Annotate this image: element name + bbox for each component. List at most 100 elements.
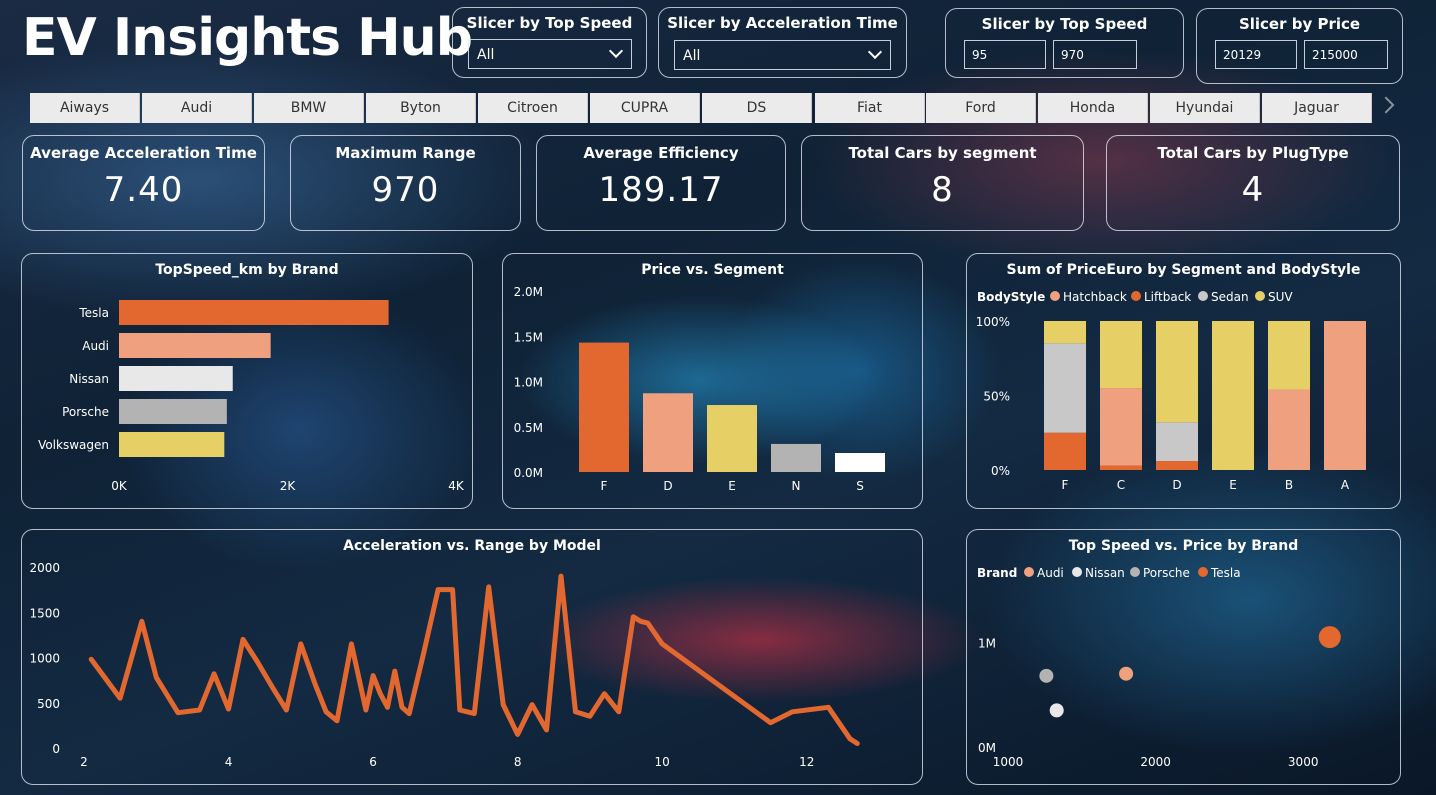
x-tick-label: 1000: [993, 755, 1024, 769]
kpi-value: 189.17: [598, 170, 724, 210]
x-tick-label: D: [663, 479, 672, 493]
kpi-value: 7.40: [103, 170, 184, 210]
x-tick-label: E: [1229, 478, 1237, 492]
bar-segment: [1100, 321, 1142, 389]
price-min-input[interactable]: 20129: [1215, 40, 1297, 69]
legend-label: Sedan: [1211, 290, 1249, 304]
brand-button-honda[interactable]: Honda: [1038, 93, 1148, 123]
y-tick-label: Porsche: [62, 405, 109, 419]
brand-button-ds[interactable]: DS: [702, 93, 812, 123]
x-tick-label: 4K: [448, 479, 465, 493]
y-tick-label: 50%: [983, 390, 1010, 404]
kpi-card-max-range: Maximum Range 970: [290, 135, 521, 231]
x-tick-label: D: [1172, 478, 1181, 492]
chart-topspeed-vs-price: Top Speed vs. Price by Brand Brand Audi Ni…: [966, 529, 1401, 785]
bar: [707, 405, 757, 472]
x-tick-label: 3000: [1288, 755, 1319, 769]
chevron-right-icon[interactable]: [1377, 96, 1395, 114]
brand-button-bmw[interactable]: BMW: [254, 93, 364, 123]
y-tick-label: 2.0M: [514, 285, 543, 299]
bar: [579, 342, 629, 472]
y-tick-label: 500: [37, 697, 60, 711]
bar-segment: [1044, 343, 1086, 433]
kpi-card-cars-by-segment: Total Cars by segment 8: [801, 135, 1084, 231]
y-tick-label: 1M: [978, 636, 996, 650]
data-point: [1049, 703, 1064, 718]
series-line: [88, 573, 860, 746]
brand-button-hyundai[interactable]: Hyundai: [1150, 93, 1260, 123]
legend-marker: [1072, 567, 1082, 577]
brand-button-audi[interactable]: Audi: [142, 93, 252, 123]
x-tick-label: 8: [514, 755, 522, 769]
bar-segment: [1212, 321, 1254, 470]
x-tick-label: 2000: [1140, 755, 1171, 769]
slicer-acceleration-dropdown: Slicer by Acceleration Time All: [658, 7, 907, 78]
bar-segment: [1156, 422, 1198, 462]
bar: [119, 399, 227, 424]
price-max-input[interactable]: 215000: [1304, 40, 1388, 69]
brand-button-citroen[interactable]: Citroen: [478, 93, 588, 123]
y-tick-label: 0%: [991, 464, 1010, 478]
bar-segment: [1100, 388, 1142, 466]
slicer-title: Slicer by Top Speed: [466, 14, 633, 32]
bar: [119, 300, 389, 325]
x-tick-label: 2: [80, 755, 88, 769]
y-tick-label: 1.5M: [514, 330, 543, 344]
chart-price-by-segment-bodystyle: Sum of PriceEuro by Segment and BodyStyl…: [966, 253, 1401, 509]
bar-segment: [1100, 465, 1142, 470]
x-tick-label: 0K: [111, 479, 128, 493]
legend-label: Audi: [1037, 566, 1064, 580]
bar: [119, 432, 225, 457]
slicer-title: Slicer by Price: [1238, 15, 1361, 33]
legend-marker: [1130, 567, 1140, 577]
top-speed-min-input[interactable]: 95: [964, 40, 1046, 69]
bar: [835, 452, 885, 472]
legend-title: Brand: [977, 566, 1017, 580]
scatter-chart: Brand Audi Nissan Porsche Tesla 0M 1M 1000 2000 3…: [977, 566, 1341, 769]
x-tick-label: A: [1341, 478, 1350, 492]
y-tick-label: 1500: [29, 606, 60, 620]
x-tick-label: F: [1062, 478, 1069, 492]
slicer-title: Slicer by Acceleration Time: [667, 14, 898, 32]
bar-segment: [1268, 389, 1310, 470]
brand-button-ford[interactable]: Ford: [926, 93, 1036, 123]
bar: [119, 366, 233, 391]
kpi-card-cars-by-plugtype: Total Cars by PlugType 4: [1106, 135, 1400, 231]
acceleration-select[interactable]: All: [674, 40, 891, 70]
y-tick-label: 0M: [978, 741, 996, 755]
y-tick-label: 1000: [29, 652, 60, 666]
y-tick-label: 100%: [976, 315, 1010, 329]
slicer-top-speed-dropdown: Slicer by Top Speed All: [452, 7, 647, 78]
kpi-label: Average Acceleration Time: [30, 144, 257, 162]
brand-button-aiways[interactable]: Aiways: [30, 93, 140, 123]
top-speed-max-input[interactable]: 970: [1053, 40, 1137, 69]
data-point: [1119, 666, 1134, 681]
y-tick-label: 2000: [29, 561, 60, 575]
x-tick-label: C: [1117, 478, 1125, 492]
brand-button-jaguar[interactable]: Jaguar: [1262, 93, 1372, 123]
top-speed-select[interactable]: All: [468, 39, 632, 69]
x-tick-label: 4: [225, 755, 233, 769]
legend-marker: [1131, 291, 1141, 301]
topspeed-bar-chart: Tesla Audi Nissan Porsche Volkswagen 0K 2K 4K: [38, 300, 465, 493]
y-tick-label: Audi: [82, 339, 109, 353]
legend-label: Tesla: [1210, 566, 1241, 580]
x-tick-label: 10: [655, 755, 670, 769]
y-tick-label: Tesla: [78, 306, 109, 320]
brand-button-byton[interactable]: Byton: [366, 93, 476, 123]
chart-acceleration-vs-range: Acceleration vs. Range by Model 0 500 1000…: [21, 529, 923, 785]
slicer-price-range: Slicer by Price 20129 215000: [1196, 8, 1403, 84]
bar: [119, 333, 271, 358]
kpi-label: Total Cars by PlugType: [1157, 144, 1349, 162]
legend-marker: [1198, 567, 1208, 577]
brand-button-cupra[interactable]: CUPRA: [590, 93, 700, 123]
data-point: [1039, 668, 1054, 683]
bar-segment: [1156, 461, 1198, 470]
brand-button-fiat[interactable]: Fiat: [815, 93, 925, 123]
bar-segment: [1268, 321, 1310, 390]
legend-marker: [1050, 291, 1060, 301]
legend-label: SUV: [1268, 290, 1293, 304]
legend-marker: [1024, 567, 1034, 577]
bar: [771, 443, 821, 472]
legend-title: BodyStyle: [977, 290, 1045, 304]
